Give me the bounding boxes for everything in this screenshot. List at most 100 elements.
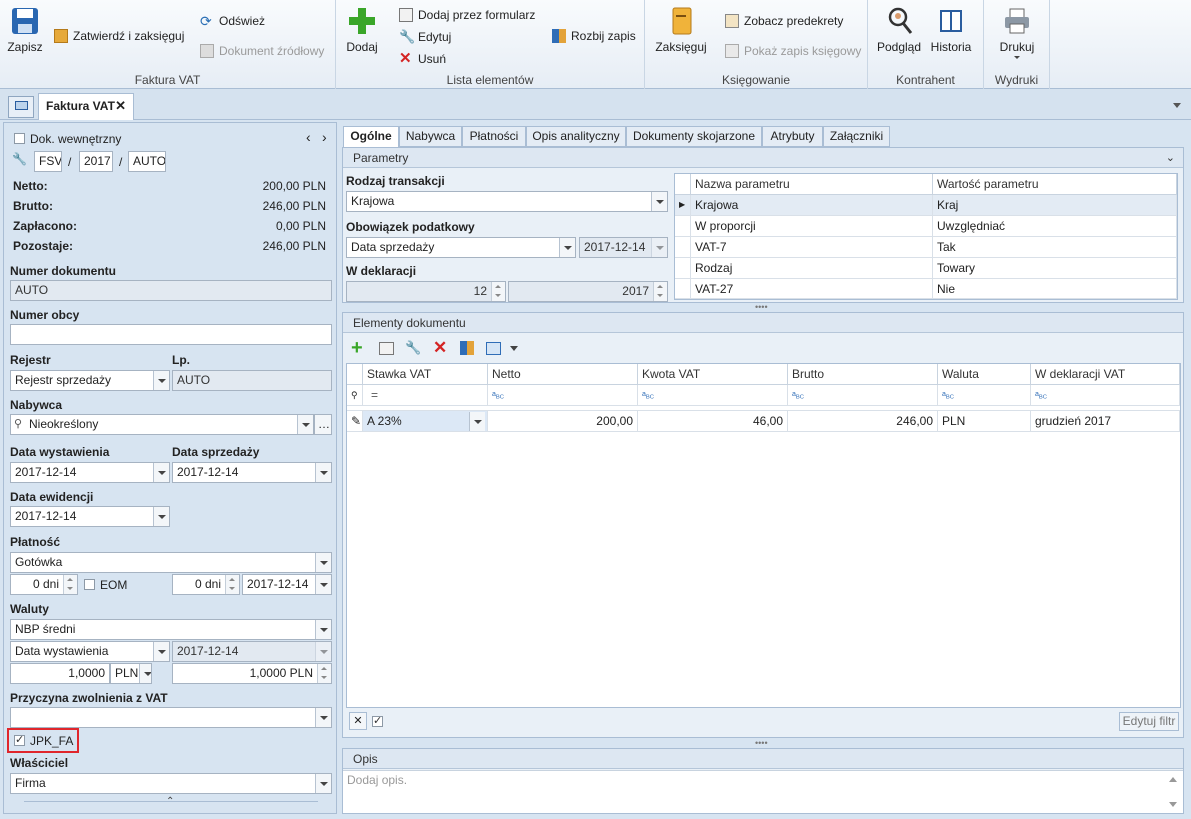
filter-vat-rate[interactable]: =: [363, 385, 488, 406]
tax-obligation-select[interactable]: Data sprzedaży: [346, 237, 576, 258]
chevron-down-icon[interactable]: [139, 664, 151, 683]
grid-cell-param-value[interactable]: Uwzględniać: [933, 216, 1177, 237]
history-button[interactable]: Historia: [928, 6, 974, 54]
spin-arrows-icon[interactable]: [653, 282, 667, 301]
filter-active-checkbox[interactable]: [372, 714, 383, 727]
rate-field[interactable]: 1,0000: [10, 663, 110, 684]
exchange-rate-type-select[interactable]: NBP średni: [10, 619, 332, 640]
chevron-down-icon[interactable]: [651, 238, 667, 257]
description-textarea[interactable]: Dodaj opis.: [343, 770, 1183, 813]
chevron-down-icon[interactable]: [469, 412, 485, 431]
view-predecrees-button[interactable]: Zobacz predekrety: [725, 14, 843, 28]
filter-vat-amount[interactable]: aBC: [638, 385, 788, 406]
add-button[interactable]: Dodaj: [344, 6, 380, 54]
due-date-field[interactable]: 2017-12-14: [242, 574, 332, 595]
tax-obligation-date[interactable]: 2017-12-14: [579, 237, 668, 258]
tab-platnosci[interactable]: Płatności: [462, 126, 526, 147]
grid-header-vat-rate[interactable]: Stawka VAT: [363, 364, 488, 385]
chevron-down-icon[interactable]: [510, 346, 518, 351]
save-button[interactable]: Zapisz: [6, 6, 44, 54]
chevron-down-icon[interactable]: [315, 620, 331, 639]
grid-cell-param-name[interactable]: VAT-7: [691, 237, 933, 258]
spin-arrows-icon[interactable]: [63, 575, 77, 594]
scroll-up-icon[interactable]: [1169, 777, 1177, 782]
payment-select[interactable]: Gotówka: [10, 552, 332, 573]
owner-select[interactable]: Firma: [10, 773, 332, 794]
tab-nabywca[interactable]: Nabywca: [399, 126, 462, 147]
form-add-icon[interactable]: [379, 342, 394, 355]
grid-header-param-name[interactable]: Nazwa parametru: [691, 174, 933, 195]
spin-arrows-icon[interactable]: [491, 282, 505, 301]
chevron-down-icon[interactable]: [559, 238, 575, 257]
post-button[interactable]: Zaksięguj: [653, 6, 709, 54]
grid-cell-param-value[interactable]: Nie: [933, 279, 1177, 299]
chevron-down-icon[interactable]: [315, 642, 331, 661]
rate-from-select[interactable]: Data wystawienia: [10, 641, 170, 662]
split-entry-button[interactable]: Rozbij zapis: [552, 29, 636, 43]
spin-arrows-icon[interactable]: [225, 575, 239, 594]
chevron-down-icon[interactable]: [315, 708, 331, 727]
wrench-icon[interactable]: 🔧: [12, 152, 27, 166]
chevron-down-icon[interactable]: [153, 371, 169, 390]
split-icon[interactable]: [460, 341, 474, 355]
tab-opis-analityczny[interactable]: Opis analityczny: [526, 126, 626, 147]
register-select[interactable]: Rejestr sprzedaży: [10, 370, 170, 391]
preview-button[interactable]: Podgląd: [876, 6, 922, 54]
chevron-down-icon[interactable]: [297, 415, 313, 434]
table-row-currency[interactable]: PLN: [938, 410, 1031, 432]
chevron-down-icon[interactable]: [315, 463, 331, 482]
close-icon[interactable]: ✕: [115, 94, 126, 118]
delete-button[interactable]: ✕ Usuń: [399, 51, 446, 66]
grid-options-icon[interactable]: [486, 342, 501, 355]
lp-field[interactable]: AUTO: [172, 370, 332, 391]
clear-filter-icon[interactable]: ✕: [349, 712, 367, 730]
chevron-right-icon[interactable]: ›: [322, 129, 327, 145]
tab-dokumenty-skojarzone[interactable]: Dokumenty skojarzone: [626, 126, 762, 147]
year-field[interactable]: 2017: [79, 151, 113, 172]
number-field[interactable]: AUTO: [128, 151, 166, 172]
tab-zalaczniki[interactable]: Załączniki: [823, 126, 890, 147]
delete-icon[interactable]: ✕: [433, 338, 447, 358]
monitor-icon[interactable]: [8, 96, 34, 118]
grid-header-vat-amount[interactable]: Kwota VAT: [638, 364, 788, 385]
refresh-button[interactable]: ⟳ Odśwież: [200, 14, 265, 28]
table-row-gross[interactable]: 246,00: [788, 410, 938, 432]
document-tab[interactable]: Faktura VAT ✕: [38, 93, 134, 120]
filter-currency[interactable]: aBC: [938, 385, 1031, 406]
wrench-icon[interactable]: 🔧: [405, 340, 421, 356]
filter-gross[interactable]: aBC: [788, 385, 938, 406]
chevron-down-icon[interactable]: [1173, 103, 1181, 108]
table-row-vat-declaration[interactable]: grudzień 2017: [1031, 410, 1180, 432]
document-number-field[interactable]: AUTO: [10, 280, 332, 301]
series-prefix-field[interactable]: FSV: [34, 151, 62, 172]
buyer-more-button[interactable]: …: [314, 414, 332, 435]
rate-date-field[interactable]: 2017-12-14: [172, 641, 332, 662]
print-button[interactable]: Drukuj: [994, 6, 1040, 59]
rate-currency-select[interactable]: PLN: [110, 663, 152, 684]
filter-net[interactable]: aBC: [488, 385, 638, 406]
grid-cell-param-name[interactable]: Krajowa: [691, 195, 933, 216]
scroll-down-icon[interactable]: [1169, 802, 1177, 807]
grid-header-vat-declaration[interactable]: W deklaracji VAT: [1031, 364, 1180, 385]
plus-icon[interactable]: +: [351, 338, 363, 358]
tab-atrybuty[interactable]: Atrybuty: [762, 126, 823, 147]
grid-cell-param-value[interactable]: Kraj: [933, 195, 1177, 216]
table-row-net[interactable]: 200,00: [488, 410, 638, 432]
issue-date-field[interactable]: 2017-12-14: [10, 462, 170, 483]
days-stepper[interactable]: 0 dni: [10, 574, 78, 595]
grid-header-gross[interactable]: Brutto: [788, 364, 938, 385]
declaration-month-stepper[interactable]: 12: [346, 281, 506, 302]
grid-cell-param-value[interactable]: Towary: [933, 258, 1177, 279]
parameters-header[interactable]: Parametry ⌄: [343, 148, 1183, 168]
chevron-down-icon[interactable]: [153, 507, 169, 526]
chevron-up-icon[interactable]: ⌃: [166, 796, 174, 807]
grid-cell-param-value[interactable]: Tak: [933, 237, 1177, 258]
chevron-down-icon[interactable]: [153, 463, 169, 482]
chevron-down-icon[interactable]: ⌄: [1166, 148, 1175, 168]
show-entry-button[interactable]: Pokaż zapis księgowy: [725, 44, 861, 58]
spin-arrows-icon[interactable]: [317, 664, 331, 683]
chevron-down-icon[interactable]: [651, 192, 667, 211]
grid-cell-param-name[interactable]: Rodzaj: [691, 258, 933, 279]
eom-checkbox[interactable]: [84, 579, 95, 590]
chevron-left-icon[interactable]: ‹: [306, 129, 311, 145]
